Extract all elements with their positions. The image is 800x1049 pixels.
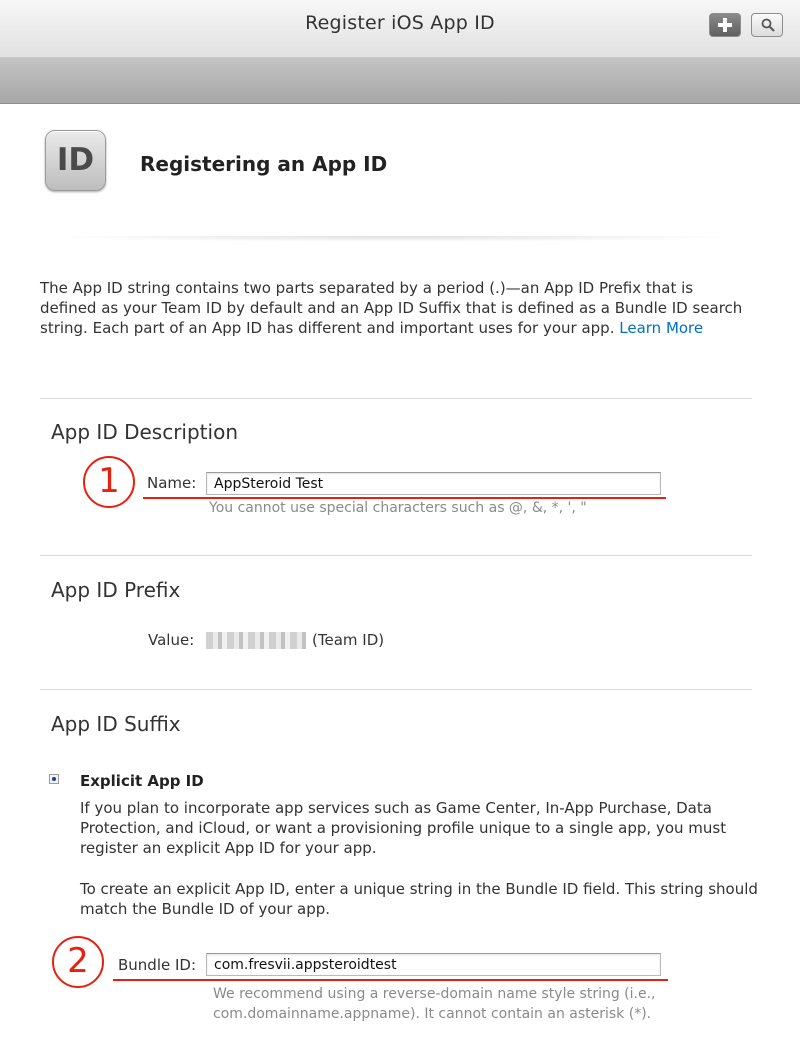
search-icon xyxy=(761,18,775,32)
app-id-icon: ID xyxy=(45,130,106,191)
bundle-id-label: Bundle ID: xyxy=(118,956,197,974)
team-id-redacted xyxy=(206,632,306,649)
explicit-app-id-radio[interactable] xyxy=(49,774,59,784)
explicit-app-id-instructions: To create an explicit App ID, enter a un… xyxy=(80,880,758,918)
bundle-id-input[interactable] xyxy=(206,953,661,976)
explicit-app-id-title: Explicit App ID xyxy=(80,772,204,790)
learn-more-link[interactable]: Learn More xyxy=(619,319,703,337)
suffix-section-title: App ID Suffix xyxy=(51,712,181,736)
name-input[interactable] xyxy=(206,472,661,495)
annotation-circle-2: 2 xyxy=(52,936,104,988)
page-title: Registering an App ID xyxy=(140,152,388,176)
section-divider xyxy=(40,398,752,399)
prefix-section-title: App ID Prefix xyxy=(51,578,181,602)
team-id-suffix: (Team ID) xyxy=(312,631,385,649)
section-divider xyxy=(40,689,752,690)
add-button[interactable] xyxy=(709,13,741,37)
toolbar-band xyxy=(0,58,800,104)
intro-paragraph: The App ID string contains two parts sep… xyxy=(40,278,752,338)
window-title: Register iOS App ID xyxy=(305,12,495,34)
annotation-circle-1: 1 xyxy=(83,456,135,508)
radio-selected-dot xyxy=(52,777,56,781)
bundle-id-hint-line1: We recommend using a reverse-domain name… xyxy=(213,986,656,1002)
header-divider xyxy=(40,236,752,242)
name-label: Name: xyxy=(147,474,197,492)
plus-icon xyxy=(718,18,732,32)
explicit-app-id-description: If you plan to incorporate app services … xyxy=(80,799,727,857)
description-section-title: App ID Description xyxy=(51,420,238,444)
annotation-underline-2 xyxy=(113,979,668,981)
search-button[interactable] xyxy=(751,13,783,37)
bundle-id-hint-line2: com.domainname.appname). It cannot conta… xyxy=(213,1006,652,1022)
name-hint: You cannot use special characters such a… xyxy=(209,500,587,516)
section-divider xyxy=(40,555,752,556)
prefix-value-label: Value: xyxy=(148,631,195,649)
window-titlebar: Register iOS App ID xyxy=(0,0,800,58)
